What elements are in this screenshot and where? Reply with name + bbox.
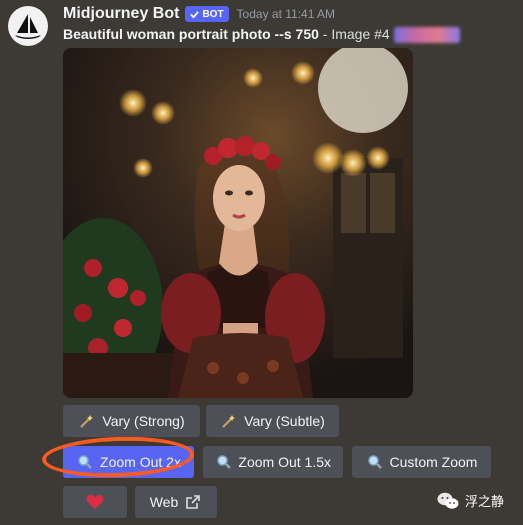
magnifier-icon (76, 453, 94, 471)
image-index: - Image #4 (318, 26, 390, 42)
wechat-icon (437, 492, 459, 509)
watermark: 浮之静 (437, 491, 504, 510)
vary-subtle-button[interactable]: Vary (Subtle) (206, 405, 339, 437)
custom-zoom-label: Custom Zoom (389, 454, 478, 470)
prompt-text: Beautiful woman portrait photo --s 750 (63, 26, 319, 42)
bot-badge: BOT (185, 6, 229, 22)
zoom-out-2x-button[interactable]: Zoom Out 2x (63, 446, 194, 478)
external-link-icon (184, 493, 202, 511)
heart-icon (86, 493, 104, 511)
magnifier-icon (215, 453, 232, 471)
blurred-user-mention (393, 27, 460, 44)
bot-avatar[interactable] (8, 6, 48, 46)
zoom-out-1-5x-label: Zoom Out 1.5x (238, 454, 331, 470)
zoom-out-2x-label: Zoom Out 2x (100, 454, 181, 470)
web-link-button[interactable]: Web (135, 486, 217, 518)
magnifier-icon (366, 453, 384, 471)
watermark-text: 浮之静 (465, 495, 505, 510)
web-label: Web (149, 494, 179, 510)
timestamp: Today at 11:41 AM (236, 7, 336, 21)
message-header: Midjourney Bot BOT Today at 11:41 AM (63, 4, 335, 24)
vary-strong-label: Vary (Strong) (102, 413, 185, 429)
vary-subtle-label: Vary (Subtle) (244, 413, 325, 429)
magic-wand-icon (220, 412, 238, 430)
vary-strong-button[interactable]: Vary (Strong) (63, 405, 200, 437)
bot-badge-label: BOT (202, 8, 224, 20)
portrait-image (63, 48, 413, 398)
username[interactable]: Midjourney Bot (63, 5, 179, 23)
sailboat-logo-icon (15, 14, 41, 39)
custom-zoom-button[interactable]: Custom Zoom (352, 446, 491, 478)
magic-wand-icon (78, 412, 96, 430)
generated-image[interactable] (63, 48, 413, 398)
prompt-line: Beautiful woman portrait photo --s 750 -… (63, 26, 460, 44)
favorite-button[interactable] (63, 486, 127, 518)
check-icon (190, 10, 200, 19)
zoom-out-1-5x-button[interactable]: Zoom Out 1.5x (203, 446, 343, 478)
